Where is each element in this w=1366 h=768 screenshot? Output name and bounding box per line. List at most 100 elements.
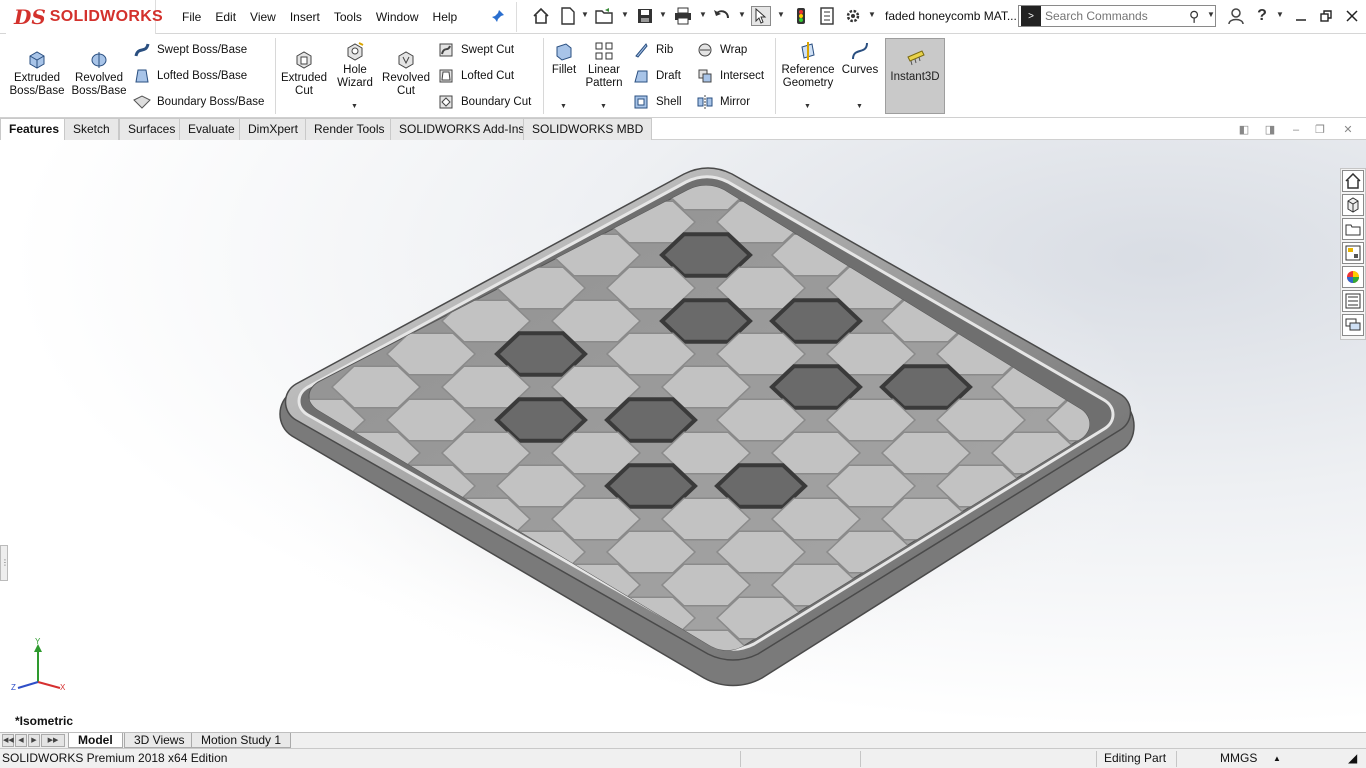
curves-caret-icon[interactable]: ▼ — [856, 100, 863, 113]
units-selector[interactable]: MMGS — [1220, 751, 1257, 765]
file-properties-icon[interactable] — [817, 6, 837, 26]
menu-tools[interactable]: Tools — [327, 8, 369, 26]
curves-button[interactable]: Curves ▼ — [840, 40, 880, 110]
undo-caret-icon[interactable]: ▼ — [738, 10, 746, 19]
custom-properties-icon[interactable] — [1342, 290, 1364, 312]
view-tile-right-icon[interactable]: ◨ — [1263, 124, 1277, 136]
appearances-scenes-icon[interactable] — [1342, 266, 1364, 288]
honeycomb-mat-model[interactable] — [0, 140, 1366, 732]
swept-boss-button[interactable]: Swept Boss/Base — [133, 40, 247, 60]
menu-edit[interactable]: Edit — [208, 8, 243, 26]
menu-help[interactable]: Help — [426, 8, 465, 26]
tab-dimxpert[interactable]: DimXpert — [239, 118, 308, 140]
reference-geometry-button[interactable]: Reference Geometry ▼ — [779, 40, 837, 110]
save-caret-icon[interactable]: ▼ — [659, 10, 667, 19]
extruded-boss-button[interactable]: Extruded Boss/Base — [8, 48, 66, 98]
tab-evaluate[interactable]: Evaluate — [179, 118, 244, 140]
design-library-icon[interactable] — [1342, 194, 1364, 216]
tab-surfaces[interactable]: Surfaces — [119, 118, 185, 140]
undo-icon[interactable] — [712, 6, 732, 26]
close-window-icon[interactable] — [1342, 6, 1362, 26]
tab-model[interactable]: Model — [68, 733, 123, 748]
rebuild-icon[interactable] — [791, 6, 811, 26]
help-icon[interactable]: ? — [1252, 6, 1272, 26]
hole-wizard-button[interactable]: Hole Wizard ▼ — [332, 40, 378, 110]
prev-tab-nav-icon[interactable]: ◀ — [15, 734, 27, 747]
search-commands-box[interactable]: > ⚲ — [1018, 5, 1216, 27]
view-restore-icon[interactable]: ❐ — [1313, 124, 1327, 136]
view-close-icon[interactable]: ✕ — [1341, 124, 1355, 136]
lofted-boss-button[interactable]: Lofted Boss/Base — [133, 66, 247, 86]
options-caret-icon[interactable]: ▼ — [868, 10, 876, 19]
forum-icon[interactable] — [1342, 314, 1364, 336]
graphics-area[interactable]: ⋮ ◧ ◨ – ❐ ✕ Y X Z — [0, 140, 1366, 732]
user-account-icon[interactable] — [1226, 6, 1246, 26]
search-icon[interactable]: ⚲ — [1189, 8, 1199, 25]
reference-geometry-caret-icon[interactable]: ▼ — [804, 100, 811, 113]
shell-icon — [632, 93, 650, 111]
feature-manager-toggle-handle[interactable]: ⋮ — [0, 545, 9, 581]
fillet-caret-icon[interactable]: ▼ — [560, 100, 567, 113]
tab-render-tools[interactable]: Render Tools — [305, 118, 394, 140]
hole-wizard-caret-icon[interactable]: ▼ — [351, 100, 358, 113]
search-caret-icon[interactable]: ▼ — [1207, 10, 1215, 19]
help-caret-icon[interactable]: ▼ — [1276, 10, 1284, 19]
print-caret-icon[interactable]: ▼ — [699, 10, 707, 19]
menu-bar: File Edit View Insert Tools Window Help — [175, 8, 464, 26]
tab-solidworks-mbd[interactable]: SOLIDWORKS MBD — [523, 118, 653, 140]
menu-insert[interactable]: Insert — [283, 8, 327, 26]
home-icon[interactable] — [531, 6, 551, 26]
extruded-cut-button[interactable]: Extruded Cut — [278, 48, 330, 98]
open-caret-icon[interactable]: ▼ — [621, 10, 629, 19]
last-tab-nav-icon[interactable]: ▶▶ — [41, 734, 65, 747]
instant3d-button[interactable]: Instant3D — [885, 38, 945, 114]
new-document-icon[interactable] — [558, 6, 578, 26]
tab-sketch[interactable]: Sketch — [64, 118, 119, 140]
tab-motion-study-1[interactable]: Motion Study 1 — [191, 733, 292, 748]
select-caret-icon[interactable]: ▼ — [777, 10, 785, 19]
print-icon[interactable] — [673, 6, 693, 26]
next-tab-nav-icon[interactable]: ▶ — [28, 734, 40, 747]
draft-button[interactable]: Draft — [632, 66, 681, 86]
units-caret-icon[interactable]: ▲ — [1273, 754, 1281, 763]
view-minimize-icon[interactable]: – — [1289, 124, 1303, 136]
intersect-button[interactable]: Intersect — [696, 66, 764, 86]
save-icon[interactable] — [635, 6, 655, 26]
mirror-button[interactable]: Mirror — [696, 92, 750, 112]
fillet-button[interactable]: Fillet ▼ — [547, 40, 581, 110]
revolved-boss-button[interactable]: Revolved Boss/Base — [70, 48, 128, 98]
tab-features[interactable]: Features — [0, 118, 69, 140]
minimize-window-icon[interactable] — [1291, 6, 1311, 26]
wrap-button[interactable]: Wrap — [696, 40, 747, 60]
solidworks-logo[interactable]: DS SOLIDWORKS — [6, 0, 163, 34]
rib-button[interactable]: Rib — [632, 40, 673, 60]
revolved-cut-button[interactable]: Revolved Cut — [380, 48, 432, 98]
tab-solidworks-add-ins[interactable]: SOLIDWORKS Add-Ins — [390, 118, 534, 140]
swept-cut-button[interactable]: Swept Cut — [437, 40, 514, 60]
lofted-cut-button[interactable]: Lofted Cut — [437, 66, 514, 86]
menu-window[interactable]: Window — [369, 8, 426, 26]
menu-view[interactable]: View — [243, 8, 283, 26]
triad-x-label: X — [60, 683, 66, 692]
restore-window-icon[interactable] — [1316, 6, 1336, 26]
triad-x-axis — [37, 681, 61, 689]
file-explorer-icon[interactable] — [1342, 218, 1364, 240]
view-palette-icon[interactable] — [1342, 242, 1364, 264]
linear-pattern-caret-icon[interactable]: ▼ — [600, 100, 607, 113]
shell-button[interactable]: Shell — [632, 92, 682, 112]
boundary-cut-button[interactable]: Boundary Cut — [437, 92, 531, 112]
resize-grip-icon[interactable]: ◢ — [1348, 751, 1357, 765]
tab-3d-views[interactable]: 3D Views — [124, 733, 195, 748]
boundary-boss-button[interactable]: Boundary Boss/Base — [133, 92, 264, 112]
new-caret-icon[interactable]: ▼ — [581, 10, 589, 19]
open-folder-icon[interactable] — [595, 6, 615, 26]
menu-file[interactable]: File — [175, 8, 208, 26]
solidworks-resources-icon[interactable] — [1342, 170, 1364, 192]
first-tab-nav-icon[interactable]: ◀◀ — [2, 734, 14, 747]
linear-pattern-button[interactable]: Linear Pattern ▼ — [582, 40, 626, 110]
search-input[interactable] — [1045, 9, 1185, 23]
options-gear-icon[interactable] — [843, 6, 863, 26]
view-tile-left-icon[interactable]: ◧ — [1237, 124, 1251, 136]
select-pointer-icon[interactable] — [751, 6, 771, 26]
pin-icon[interactable] — [488, 6, 508, 26]
